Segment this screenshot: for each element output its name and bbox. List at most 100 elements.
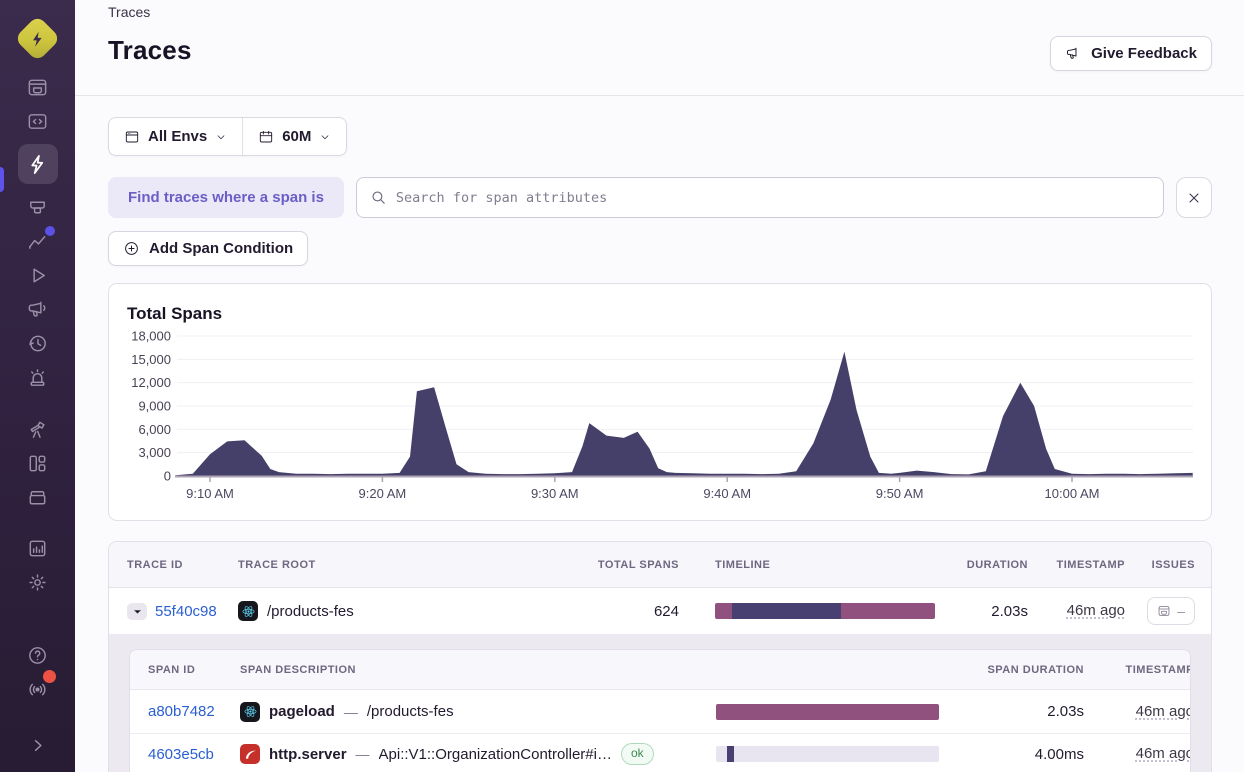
- megaphone-icon: [1067, 47, 1077, 59]
- feedback-label: Give Feedback: [1091, 45, 1197, 62]
- page-header: Traces Traces Give Feedback: [75, 0, 1244, 96]
- header-issues: ISSUES: [1151, 558, 1195, 571]
- give-feedback-button[interactable]: Give Feedback: [1050, 36, 1212, 71]
- sidebar-item-history[interactable]: [18, 326, 58, 360]
- svg-text:15,000: 15,000: [131, 352, 171, 367]
- separator: —: [343, 703, 358, 720]
- trace-duration: 2.03s: [991, 602, 1028, 620]
- search-icon: [372, 191, 385, 204]
- window-icon: [125, 131, 139, 142]
- react-project-icon: [240, 701, 260, 722]
- sidebar-item-alerts[interactable]: [18, 360, 58, 394]
- span-timestamp-link[interactable]: 46m ago: [1136, 745, 1190, 762]
- header-trace-root: TRACE ROOT: [238, 558, 316, 571]
- sentry-logo[interactable]: [0, 6, 75, 70]
- spans-table-header: SPAN ID SPAN DESCRIPTION SPAN DURATION T…: [130, 650, 1190, 690]
- svg-text:0: 0: [164, 469, 171, 484]
- sidebar-item-graphs[interactable]: [18, 224, 58, 258]
- svg-text:12,000: 12,000: [131, 375, 171, 390]
- sidebar-item-settings[interactable]: [18, 565, 58, 599]
- sidebar-item-dashboards[interactable]: [18, 446, 58, 480]
- span-timestamp-link[interactable]: 46m ago: [1136, 703, 1190, 720]
- sidebar-item-feedback[interactable]: [18, 292, 58, 326]
- main-area: Traces Traces Give Feedback All Envs 60M…: [75, 0, 1244, 772]
- svg-text:9:40 AM: 9:40 AM: [703, 486, 751, 501]
- trace-row: 55f40c98 /products-fes 624 2.03s 46m ago…: [109, 588, 1211, 634]
- react-project-icon: [238, 601, 258, 621]
- traces-table: TRACE ID TRACE ROOT TOTAL SPANS TIMELINE…: [108, 541, 1212, 772]
- help-icon: [29, 646, 46, 664]
- sidebar-item-issues[interactable]: [18, 70, 58, 104]
- total-spans-value: 624: [653, 602, 679, 620]
- add-span-condition-button[interactable]: Add Span Condition: [108, 231, 309, 266]
- trace-issues-button[interactable]: –: [1147, 597, 1195, 625]
- sidebar: [0, 0, 75, 772]
- span-description: Api::V1::OrganizationController#i…: [378, 745, 612, 763]
- layout-icon: [29, 455, 46, 471]
- sidebar-item-traces[interactable]: [17, 144, 58, 184]
- chevron-down-icon: [217, 134, 225, 139]
- span-description: /products-fes: [366, 703, 454, 720]
- trace-timestamp-link[interactable]: 46m ago: [1067, 602, 1125, 619]
- sidebar-item-archive[interactable]: [18, 480, 58, 514]
- sidebar-collapse-button[interactable]: [18, 728, 58, 762]
- span-row: a80b7482 pageload — /products-fes 2.03s …: [130, 690, 1190, 733]
- span-search-box[interactable]: [355, 177, 1164, 218]
- header-timestamp: TIMESTAMP: [1056, 558, 1125, 571]
- sidebar-item-discover[interactable]: [18, 412, 58, 446]
- sidebar-item-explore[interactable]: [18, 104, 58, 138]
- bar-chart-icon: [29, 540, 46, 556]
- svg-text:18,000: 18,000: [131, 329, 171, 344]
- close-icon: [1189, 192, 1199, 203]
- svg-text:9:30 AM: 9:30 AM: [531, 486, 579, 501]
- svg-text:6,000: 6,000: [138, 422, 171, 437]
- plus-circle-icon: [125, 242, 138, 255]
- calendar-icon: [260, 130, 273, 142]
- span-id-link[interactable]: 4603e5cb: [148, 746, 240, 763]
- environment-filter[interactable]: All Envs: [109, 118, 242, 155]
- chevron-down-icon: [133, 609, 141, 614]
- clock-history-icon: [29, 335, 46, 351]
- svg-text:3,000: 3,000: [138, 445, 171, 460]
- spans-table: SPAN ID SPAN DESCRIPTION SPAN DURATION T…: [129, 649, 1191, 772]
- header-span-id: SPAN ID: [148, 663, 196, 676]
- span-op: http.server: [269, 745, 347, 763]
- svg-text:9,000: 9,000: [138, 399, 171, 414]
- trace-id-link[interactable]: 55f40c98: [155, 603, 217, 620]
- active-nav-indicator: [0, 167, 4, 192]
- content: All Envs 60M Find traces where a span is: [75, 96, 1244, 772]
- header-timeline: TIMELINE: [715, 558, 771, 571]
- sidebar-item-replays[interactable]: [18, 258, 58, 292]
- add-span-condition-label: Add Span Condition: [149, 240, 294, 257]
- notification-dot-blue: [44, 226, 55, 236]
- svg-text:9:10 AM: 9:10 AM: [186, 486, 234, 501]
- time-range-filter[interactable]: 60M: [242, 118, 346, 155]
- issues-icon: [28, 79, 47, 95]
- sidebar-item-whats-new[interactable]: [18, 670, 58, 706]
- span-duration-bar: [716, 746, 939, 762]
- issues-count: –: [1177, 603, 1185, 619]
- clear-search-button[interactable]: [1176, 177, 1212, 218]
- page-title: Traces: [108, 35, 192, 65]
- header-span-duration: SPAN DURATION: [987, 663, 1084, 676]
- breadcrumb[interactable]: Traces: [108, 0, 150, 20]
- chevron-down-icon: [322, 134, 329, 139]
- header-total-spans: TOTAL SPANS: [597, 558, 679, 571]
- span-row: 4603e5cb http.server — Api::V1::Organiza…: [130, 733, 1190, 772]
- svg-text:9:50 AM: 9:50 AM: [876, 486, 924, 501]
- query-builder-row: Find traces where a span is: [108, 177, 1212, 218]
- span-search-input[interactable]: [395, 189, 1150, 206]
- projector-icon: [30, 201, 45, 213]
- trace-timeline-bar: [715, 603, 935, 619]
- lightning-logo-icon: [33, 30, 42, 46]
- sidebar-item-help[interactable]: [18, 638, 58, 672]
- span-id-link[interactable]: a80b7482: [148, 703, 240, 720]
- code-folder-icon: [28, 113, 47, 129]
- archive-box-icon: [29, 490, 46, 504]
- sidebar-item-insights[interactable]: [18, 190, 58, 224]
- collapse-row-button[interactable]: [127, 602, 147, 620]
- rails-project-icon: [240, 744, 260, 764]
- find-traces-chip: Find traces where a span is: [108, 177, 344, 218]
- sidebar-item-stats[interactable]: [18, 531, 58, 565]
- issues-icon: [1158, 606, 1170, 616]
